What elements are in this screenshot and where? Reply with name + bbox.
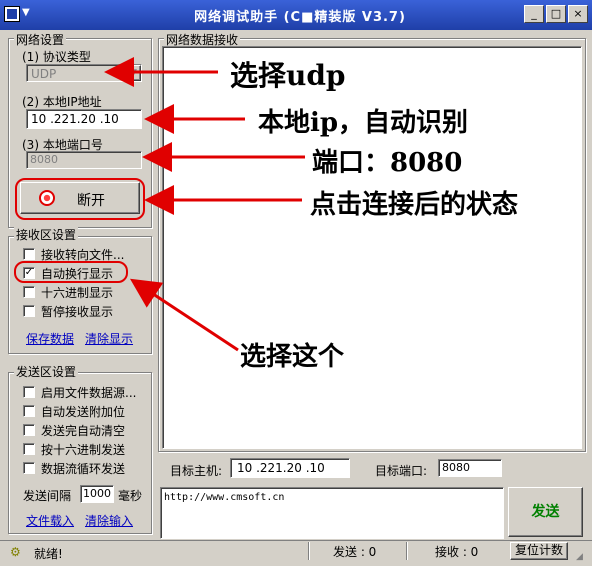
arrow-to-auto-wrap [129,278,239,352]
annotation-select-this: 选择这个 [240,342,345,372]
annotation-local-ip: 本地ip，自动识别 [258,108,469,138]
annotation-after-connect: 点击连接后的状态 [310,190,519,220]
annotation-select-udp: 选择udp [230,59,346,92]
annotation-port: 端口：8080 [312,148,463,178]
